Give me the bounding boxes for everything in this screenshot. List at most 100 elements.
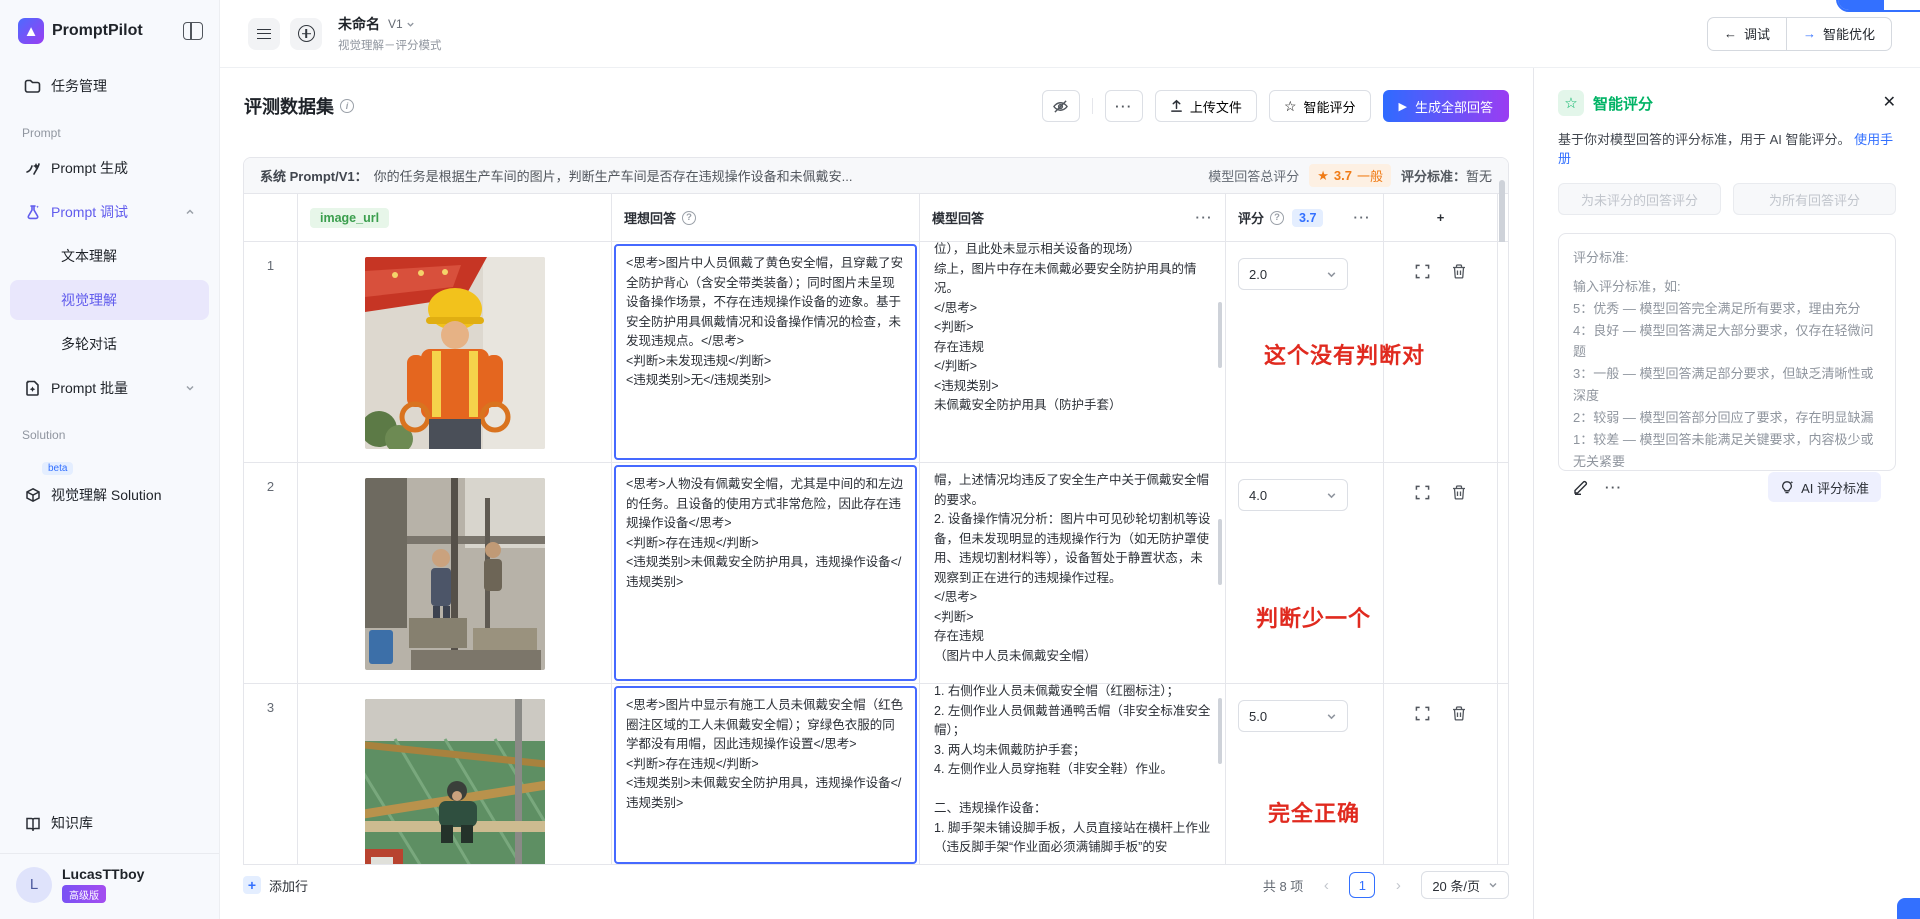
sidebar-item-multi-turn-dialog[interactable]: 多轮对话 (10, 324, 209, 364)
ideal-answer-cell[interactable]: <思考>图片中显示有施工人员未佩戴安全帽（红色圈注区域的工人未佩戴安全帽）；穿绿… (612, 684, 920, 865)
book-icon (24, 816, 41, 831)
col-model-answer[interactable]: 模型回答 ··· (920, 194, 1226, 241)
table-row: 1 (244, 242, 1508, 463)
sidebar-item-knowledge-base[interactable]: 知识库 (10, 803, 209, 843)
plan-badge: 高级版 (62, 885, 106, 903)
image-cell[interactable] (298, 242, 612, 462)
optimize-label: 智能优化 (1823, 24, 1875, 43)
table-scrollbar[interactable] (1498, 194, 1509, 241)
add-row-button[interactable]: + 添加行 (243, 876, 308, 895)
menu-button[interactable] (248, 18, 280, 50)
row-image-scaffold (365, 699, 545, 865)
close-icon[interactable]: ✕ (1883, 95, 1896, 111)
ideal-answer-cell[interactable]: <思考>人物没有佩戴安全帽，尤其是中间的和左边的任务。且设备的使用方式非常危险，… (612, 463, 920, 683)
star-icon: ★ (1317, 168, 1329, 184)
user-block[interactable]: L LucasTTboy 高级版 (0, 853, 219, 919)
criteria-input[interactable]: 评分标准: 输入评分标准，如: 5：优秀 — 模型回答完全满足所有要求，理由充分… (1558, 233, 1896, 471)
collapse-sidebar-icon[interactable] (183, 22, 203, 40)
arrow-right-icon: → (1803, 26, 1816, 41)
dataset-table-card: 系统 Prompt/V1： 你的任务是根据生产车间的图片，判断生产车间是否存在违… (243, 157, 1509, 865)
model-answer-cell[interactable]: 帽，上述情况均违反了安全生产中关于佩戴安全帽的要求。 2. 设备操作情况分析：图… (920, 463, 1226, 683)
total-grade: 一般 (1357, 166, 1383, 185)
model-answer-cell[interactable]: 1. 右侧作业人员未佩戴安全帽（红圈标注）； 2. 左侧作业人员佩戴普通鸭舌帽（… (920, 684, 1226, 865)
version-label: V1 (388, 17, 403, 31)
more-actions-button[interactable]: ··· (1105, 90, 1143, 122)
trash-icon[interactable] (1452, 706, 1466, 721)
help-icon[interactable]: ? (1270, 211, 1284, 225)
toolbar-divider (1092, 98, 1093, 114)
chevron-down-icon (185, 380, 195, 396)
col-image-url[interactable]: image_url (298, 194, 612, 241)
sidebar-item-label: 知识库 (51, 813, 93, 833)
plus-icon: + (243, 876, 261, 894)
logo-row: ▲ PromptPilot (0, 0, 219, 44)
eye-off-icon (1052, 99, 1069, 114)
sidebar-item-vision-understanding[interactable]: 视觉理解 (10, 280, 209, 320)
col-score[interactable]: 评分 ? 3.7 ··· (1226, 194, 1384, 241)
hide-columns-button[interactable] (1042, 90, 1080, 122)
magic-lamp-icon (1780, 480, 1794, 494)
row-actions-cell (1384, 242, 1498, 462)
debug-button[interactable]: ← 调试 (1707, 17, 1786, 51)
score-unscored-button[interactable]: 为未评分的回答评分 (1558, 183, 1721, 215)
score-dropdown[interactable]: 2.0 (1238, 258, 1348, 290)
col-row-number (244, 194, 298, 241)
cell-scrollbar-thumb[interactable] (1218, 698, 1222, 764)
help-icon[interactable]: ? (682, 211, 696, 225)
cell-scrollbar-thumb[interactable] (1218, 302, 1222, 368)
system-prompt-text: 你的任务是根据生产车间的图片，判断生产车间是否存在违规操作设备和未佩戴安... (374, 166, 1203, 185)
smart-score-panel: ☆ 智能评分 ✕ 基于你对模型回答的评分标准，用于 AI 智能评分。 使用手册 … (1533, 68, 1920, 919)
expand-icon[interactable] (1415, 485, 1430, 500)
criteria-label: 评分标准： (1401, 169, 1466, 184)
cell-scrollbar-thumb[interactable] (1218, 519, 1222, 585)
next-page-button[interactable]: › (1385, 872, 1411, 898)
upload-file-button[interactable]: 上传文件 (1155, 90, 1257, 122)
expand-icon[interactable] (1415, 264, 1430, 279)
edit-pencil-icon[interactable] (1573, 479, 1589, 495)
section-label-prompt: Prompt (0, 108, 219, 146)
sidebar-item-vision-solution[interactable]: 视觉理解 Solution (10, 475, 209, 515)
image-cell[interactable] (298, 463, 612, 683)
model-answer-text: 位），且此处未显示相关设备的现场） 综上，图片中存在未佩戴必要安全防护用具的情况… (934, 242, 1211, 416)
sidebar-item-task-management[interactable]: 任务管理 (10, 66, 209, 106)
table-header: image_url 理想回答 ? 模型回答 ··· 评分 ? 3.7 ··· + (244, 194, 1508, 242)
model-answer-cell[interactable]: 位），且此处未显示相关设备的现场） 综上，图片中存在未佩戴必要安全防护用具的情况… (920, 242, 1226, 462)
criteria-more-button[interactable]: ··· (1605, 480, 1623, 495)
row-actions-cell (1384, 684, 1498, 865)
expand-icon[interactable] (1415, 706, 1430, 721)
sidebar-item-text-understanding[interactable]: 文本理解 (10, 236, 209, 276)
current-page-button[interactable]: 1 (1349, 872, 1375, 898)
sidebar-item-prompt-batch[interactable]: Prompt 批量 (10, 368, 209, 408)
score-column-menu[interactable]: ··· (1354, 210, 1372, 225)
system-prompt-label: 系统 Prompt/V1： (260, 166, 368, 185)
row-number: 3 (244, 684, 298, 865)
score-all-button[interactable]: 为所有回答评分 (1733, 183, 1896, 215)
folder-icon (24, 79, 41, 94)
sidebar-item-prompt-debug[interactable]: Prompt 调试 (10, 192, 209, 232)
model-answer-text: 1. 右侧作业人员未佩戴安全帽（红圈标注）； 2. 左侧作业人员佩戴普通鸭舌帽（… (934, 684, 1211, 858)
image-cell[interactable] (298, 684, 612, 865)
sidebar-item-prompt-generate[interactable]: Prompt 生成 (10, 148, 209, 188)
criteria-placeholder-body: 输入评分标准，如: 5：优秀 — 模型回答完全满足所有要求，理由充分 4：良好 … (1573, 276, 1881, 472)
clipped-bottom-widget[interactable] (1897, 898, 1920, 919)
new-document-button[interactable] (290, 18, 322, 50)
ai-criteria-button[interactable]: AI 评分标准 (1768, 472, 1881, 502)
page-size-select[interactable]: 20 条/页 (1421, 871, 1509, 899)
plus-icon: + (1437, 210, 1445, 225)
trash-icon[interactable] (1452, 485, 1466, 500)
prev-page-button[interactable]: ‹ (1313, 872, 1339, 898)
version-dropdown[interactable]: V1 (388, 17, 415, 31)
trash-icon[interactable] (1452, 264, 1466, 279)
smart-optimize-button[interactable]: → 智能优化 (1786, 17, 1892, 51)
ideal-answer-cell[interactable]: <思考>图片中人员佩戴了黄色安全帽，且穿戴了安全防护背心（含安全带类装备）；同时… (612, 242, 920, 462)
system-prompt-bar[interactable]: 系统 Prompt/V1： 你的任务是根据生产车间的图片，判断生产车间是否存在违… (244, 158, 1508, 194)
score-dropdown[interactable]: 4.0 (1238, 479, 1348, 511)
model-column-menu[interactable]: ··· (1196, 210, 1214, 225)
add-column-button[interactable]: + (1384, 194, 1498, 241)
user-name: LucasTTboy (62, 866, 144, 882)
generate-all-button[interactable]: ▶ 生成全部回答 (1383, 90, 1509, 122)
col-ideal-answer[interactable]: 理想回答 ? (612, 194, 920, 241)
score-dropdown[interactable]: 5.0 (1238, 700, 1348, 732)
smart-score-button[interactable]: ☆ 智能评分 (1269, 90, 1371, 122)
info-icon[interactable]: i (340, 99, 354, 113)
